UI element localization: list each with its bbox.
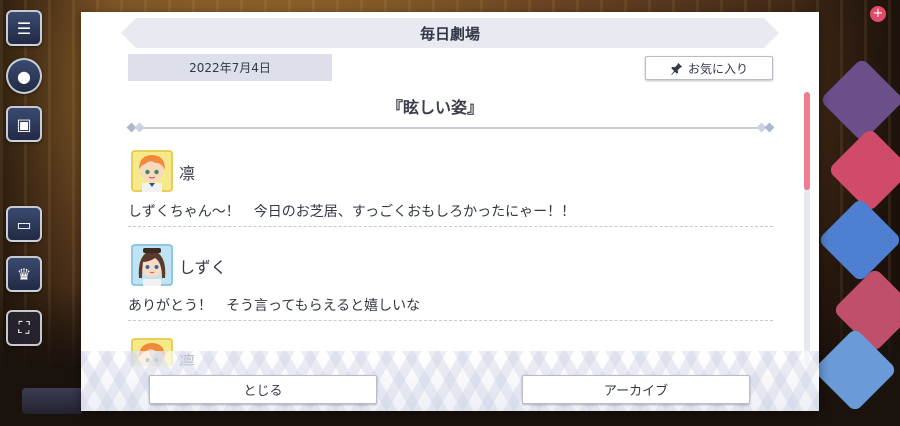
favorite-button[interactable]: お気に入り: [645, 56, 773, 80]
bottom-left-panel: [22, 388, 82, 414]
fullscreen-icon[interactable]: ⛶: [6, 310, 42, 346]
dialog-title: 毎日劇場: [419, 24, 480, 43]
plus-icon[interactable]: +: [870, 6, 886, 22]
log-entry: しずく ありがとう！ そう言ってもらえると嬉しいな: [128, 242, 773, 336]
monitor-icon[interactable]: ▭: [6, 206, 42, 242]
entry-divider: [128, 226, 773, 227]
dialogue-log[interactable]: 凛 しずくちゃん〜！ 今日のお芝居、すっごくおもしろかったにゃー！！ しずく あ…: [128, 148, 773, 366]
date-label: 2022年7月4日: [128, 54, 332, 81]
close-button[interactable]: とじる: [149, 375, 377, 404]
menu-icon[interactable]: ☰: [6, 10, 42, 46]
story-title: 『眩しい姿』: [386, 98, 483, 117]
daily-theater-dialog: 毎日劇場 2022年7月4日 お気に入り 『眩しい姿』 凛 しずくちゃん〜！ 今…: [81, 12, 819, 411]
speaker-name: しずく: [179, 258, 227, 277]
archive-button[interactable]: アーカイブ: [522, 375, 750, 404]
entry-divider: [128, 320, 773, 321]
trophy-icon[interactable]: ♛: [6, 256, 42, 292]
pin-icon: [671, 62, 683, 75]
rin-avatar: [131, 150, 173, 192]
dialog-title-bar: 毎日劇場: [121, 18, 779, 48]
title-divider: [126, 122, 775, 133]
dialogue-text: しずくちゃん〜！ 今日のお芝居、すっごくおもしろかったにゃー！！: [128, 204, 576, 220]
archive-label: アーカイブ: [603, 384, 669, 399]
log-scrollbar[interactable]: [804, 92, 810, 366]
shizuku-avatar: [131, 244, 173, 286]
dialogue-text: ありがとう！ そう言ってもらえると嬉しいな: [128, 298, 421, 314]
log-entry: 凛 しずくちゃん〜！ 今日のお芝居、すっごくおもしろかったにゃー！！: [128, 148, 773, 242]
speaker-name: 凛: [179, 164, 196, 183]
chat-icon[interactable]: ●: [6, 58, 42, 94]
close-label: とじる: [243, 384, 283, 399]
scroll-thumb[interactable]: [804, 92, 810, 190]
present-icon[interactable]: ▣: [6, 106, 42, 142]
favorite-label: お気に入り: [687, 61, 748, 76]
date-text: 2022年7月4日: [189, 61, 271, 75]
